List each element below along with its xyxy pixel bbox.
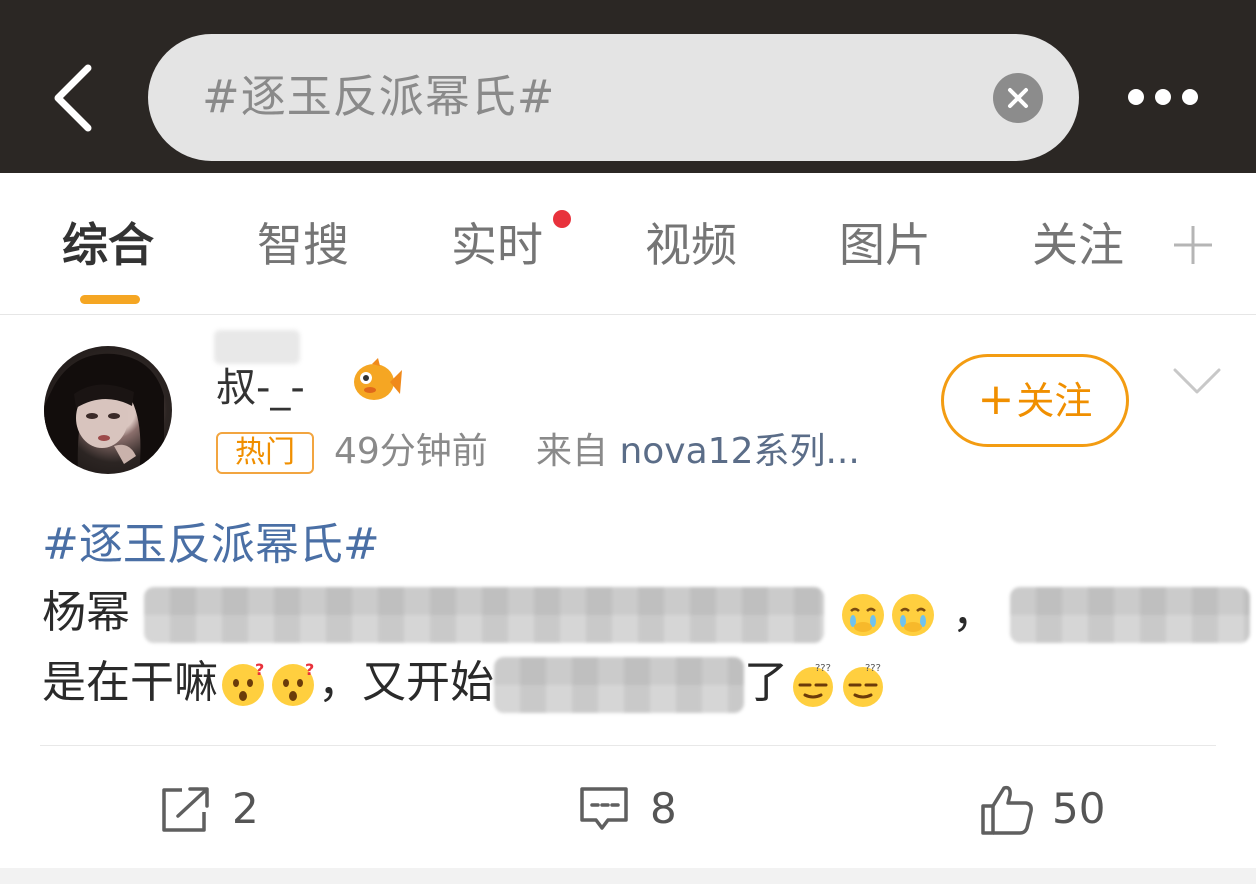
repost-button[interactable]: 2 <box>160 782 300 836</box>
post-source: 来自 nova12系列... <box>536 426 860 478</box>
post-text: 了 <box>744 657 788 708</box>
clear-search-button[interactable] <box>993 73 1043 123</box>
repost-count: 2 <box>232 784 259 833</box>
dizzy-face-icon: ??? <box>793 663 833 707</box>
post-card[interactable]: 叔-_- 热门 49分钟前 来自 nova12系列... +关注 #逐玉反派幂氏… <box>0 316 1256 868</box>
repost-icon <box>162 787 209 832</box>
more-dots-icon <box>1128 89 1144 105</box>
comment-icon <box>580 787 628 830</box>
plus-icon <box>1174 226 1212 264</box>
top-bar: #逐玉反派幂氏# <box>0 0 1256 173</box>
avatar-image <box>44 353 164 474</box>
search-tabs: 综合 智搜 实时 视频 图片 关注 <box>0 173 1256 315</box>
like-count: 50 <box>1052 784 1106 833</box>
hot-badge: 热门 <box>216 432 314 474</box>
like-button[interactable]: 50 <box>980 782 1130 836</box>
comment-button[interactable]: 8 <box>578 782 718 836</box>
back-button[interactable] <box>40 58 110 138</box>
svg-text:???: ??? <box>865 663 881 674</box>
close-icon <box>1008 88 1028 108</box>
source-device[interactable]: nova12系列... <box>619 431 859 472</box>
new-content-dot <box>553 210 571 228</box>
censored-text-block <box>1010 587 1250 643</box>
svg-text:?: ? <box>255 661 264 679</box>
confused-face-icon: ? <box>272 661 314 706</box>
post-text-comma: ， <box>952 587 996 638</box>
chevron-left-icon <box>54 64 92 132</box>
chevron-down-icon[interactable] <box>1172 366 1222 396</box>
dizzy-face-icon: ??? <box>843 663 883 707</box>
tab-realtime[interactable]: 实时 <box>451 213 543 277</box>
follow-label: 关注 <box>1016 379 1093 423</box>
search-query-text: #逐玉反派幂氏# <box>202 70 556 123</box>
active-tab-indicator <box>80 295 140 304</box>
thumbs-up-icon <box>981 785 1033 835</box>
post-time: 49分钟前 <box>334 431 488 472</box>
svg-text:?: ? <box>305 661 314 679</box>
crying-face-icon <box>842 594 884 636</box>
censored-text-block <box>144 587 824 643</box>
crying-face-icon <box>892 594 934 636</box>
post-text: 杨幂 <box>42 587 130 638</box>
topic-hashtag-link[interactable]: #逐玉反派幂氏# <box>42 514 380 576</box>
search-input[interactable]: #逐玉反派幂氏# <box>148 34 1079 161</box>
avatar[interactable] <box>44 346 172 474</box>
more-options-button[interactable] <box>1118 80 1208 114</box>
more-dot <box>1155 89 1171 105</box>
post-text: 是在干嘛 <box>42 657 218 708</box>
censored-text-block <box>494 657 744 713</box>
username[interactable]: 叔-_- <box>216 360 305 416</box>
tab-smart-search[interactable]: 智搜 <box>257 213 349 277</box>
divider <box>40 745 1216 746</box>
fish-icon <box>354 358 402 400</box>
comment-count: 8 <box>650 784 677 833</box>
plus-icon: + <box>977 374 1015 425</box>
follow-button[interactable]: +关注 <box>941 354 1129 447</box>
feed-separator <box>0 868 1256 884</box>
tab-comprehensive[interactable]: 综合 <box>62 213 154 277</box>
blurred-name-part <box>214 330 300 364</box>
confused-face-icon: ? <box>222 661 264 706</box>
tab-video[interactable]: 视频 <box>645 213 737 277</box>
post-text-line-2: 是在干嘛 ? ? ，又开始 了 ??? ??? <box>42 652 888 714</box>
post-text: ，又开始 <box>318 657 494 708</box>
more-dot <box>1182 89 1198 105</box>
source-label: 来自 <box>536 431 609 472</box>
svg-text:???: ??? <box>815 663 831 674</box>
add-tab-button[interactable] <box>1172 224 1214 266</box>
tab-following[interactable]: 关注 <box>1032 213 1124 277</box>
tab-images[interactable]: 图片 <box>839 213 931 277</box>
post-text-line-1: 杨幂 ， <box>42 582 1250 644</box>
